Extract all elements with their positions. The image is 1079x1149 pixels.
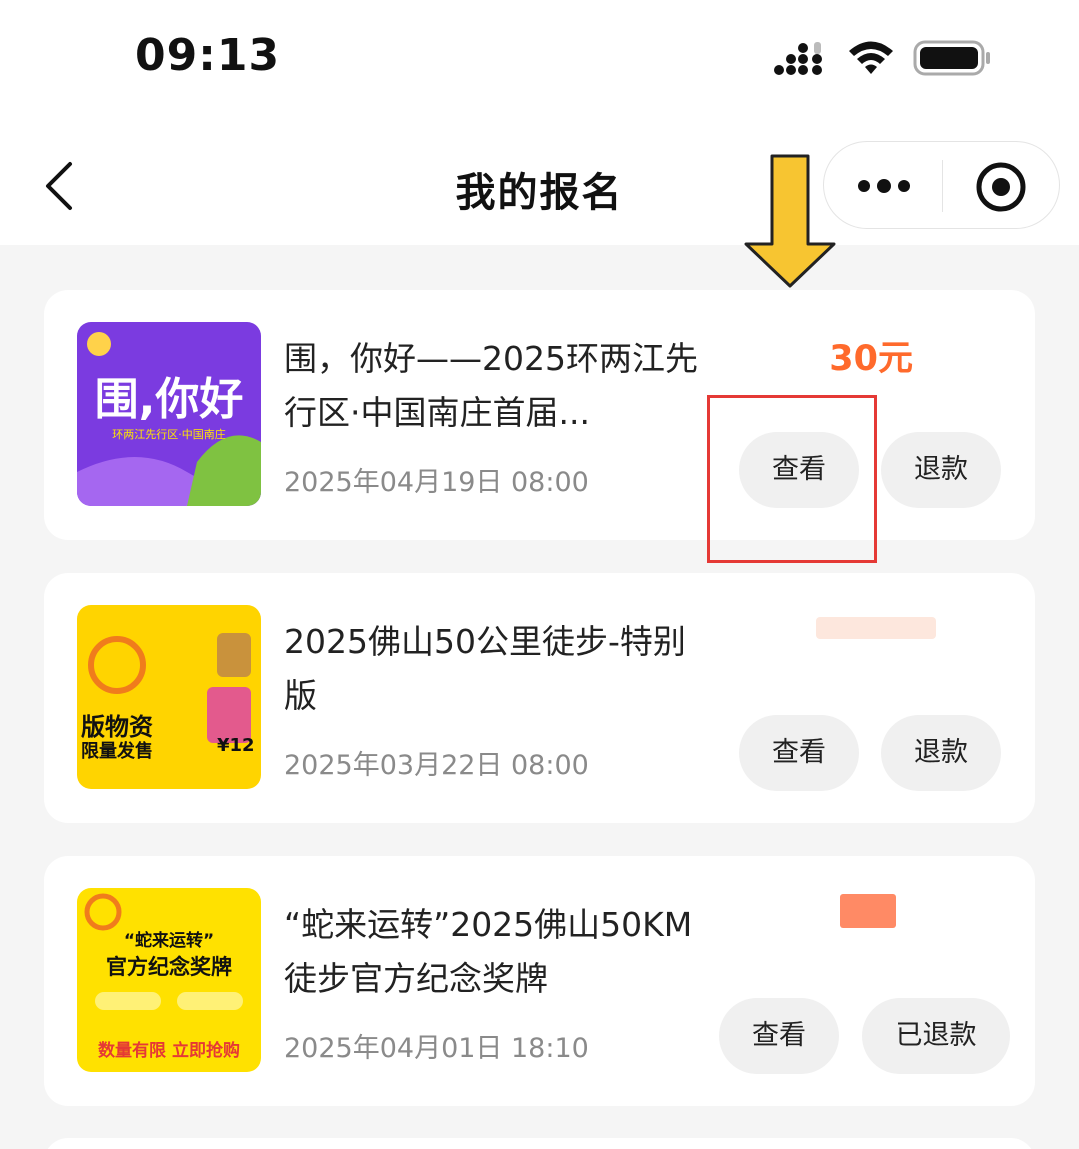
svg-text:官方纪念奖牌: 官方纪念奖牌 xyxy=(106,955,232,979)
event-date: 2025年04月01日 18:10 xyxy=(284,1033,589,1064)
svg-text:围,你好: 围,你好 xyxy=(95,374,244,425)
svg-text:“蛇来运转”: “蛇来运转” xyxy=(124,930,214,951)
battery-icon xyxy=(913,40,990,76)
pointer-arrow-icon xyxy=(744,154,836,288)
event-date: 2025年03月22日 08:00 xyxy=(284,750,589,781)
more-icon[interactable] xyxy=(856,170,912,202)
registration-card: “蛇来运转” 官方纪念奖牌 数量有限 立即抢购 “蛇来运转”2025佛山50KM… xyxy=(44,856,1035,1106)
registration-card-partial xyxy=(44,1138,1035,1149)
registration-card: 版物资 限量发售 ¥12 2025佛山50公里徒步-特别版 2025年03月22… xyxy=(44,573,1035,823)
event-title: “蛇来运转”2025佛山50KM徒步官方纪念奖牌 xyxy=(284,905,693,998)
registration-card: 围,你好 环两江先行区·中国南庄 围，你好——2025环两江先行区·中国南庄首届… xyxy=(44,290,1035,540)
status-time: 09:13 xyxy=(135,30,281,81)
svg-text:数量有限 立即抢购: 数量有限 立即抢购 xyxy=(98,1040,240,1061)
refunded-button[interactable]: 已退款 xyxy=(862,998,1010,1074)
event-price: 30元 xyxy=(829,339,913,379)
cellular-signal-icon xyxy=(774,42,822,75)
svg-text:版物资: 版物资 xyxy=(81,713,153,741)
refund-button[interactable]: 退款 xyxy=(881,715,1001,791)
view-button[interactable]: 查看 xyxy=(739,715,859,791)
redacted-price xyxy=(816,617,936,639)
svg-text:限量发售: 限量发售 xyxy=(81,740,153,762)
event-thumbnail[interactable]: 版物资 限量发售 ¥12 xyxy=(77,605,261,789)
event-thumbnail[interactable]: 围,你好 环两江先行区·中国南庄 xyxy=(77,322,261,506)
highlight-box xyxy=(707,395,877,563)
event-title: 围，你好——2025环两江先行区·中国南庄首届... xyxy=(284,339,698,432)
refund-button[interactable]: 退款 xyxy=(881,432,1001,508)
svg-text:环两江先行区·中国南庄: 环两江先行区·中国南庄 xyxy=(112,427,226,441)
svg-text:¥12: ¥12 xyxy=(217,735,255,756)
capsule-divider xyxy=(942,160,943,212)
view-button[interactable]: 查看 xyxy=(719,998,839,1074)
event-thumbnail[interactable]: “蛇来运转” 官方纪念奖牌 数量有限 立即抢购 xyxy=(77,888,261,1072)
wifi-icon xyxy=(849,41,893,74)
redacted-price xyxy=(840,894,896,928)
event-date: 2025年04月19日 08:00 xyxy=(284,467,589,498)
mini-program-capsule xyxy=(823,141,1060,229)
close-miniprogram-icon[interactable] xyxy=(974,160,1028,214)
event-title: 2025佛山50公里徒步-特别版 xyxy=(284,622,686,715)
